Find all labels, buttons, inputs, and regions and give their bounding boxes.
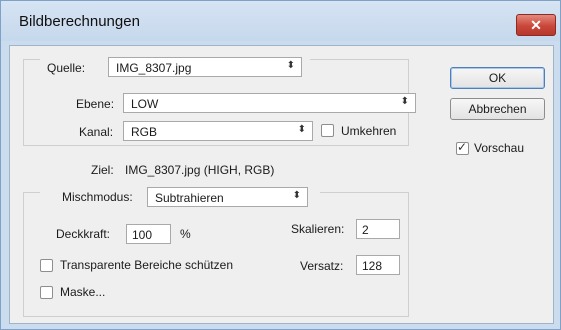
preserve-transparency-label: Transparente Bereiche schützen (60, 258, 233, 272)
dialog-title: Bildberechnungen (19, 13, 140, 30)
layer-select-value: LOW (131, 97, 159, 111)
layer-label: Ebene: (76, 97, 115, 111)
dropdown-arrow-icon: ⬍ (292, 190, 301, 201)
opacity-unit: % (180, 227, 191, 241)
channel-select-value: RGB (131, 125, 158, 139)
source-select[interactable]: IMG_8307.jpg ⬍ (108, 57, 302, 77)
preview-label: Vorschau (474, 141, 525, 155)
dropdown-arrow-icon: ⬍ (286, 60, 295, 71)
mask-label: Maske... (60, 285, 106, 299)
offset-label: Versatz: (300, 259, 344, 273)
blend-mode-label: Mischmodus: (62, 190, 133, 204)
dialog-body: Quelle: IMG_8307.jpg ⬍ Ebene: LOW ⬍ Kana… (9, 45, 554, 324)
blend-mode-select-value: Subtrahieren (155, 191, 224, 205)
cancel-button[interactable]: Abbrechen (450, 98, 545, 120)
opacity-input[interactable]: 100 (126, 224, 171, 244)
opacity-input-value: 100 (132, 228, 153, 242)
opacity-label: Deckkraft: (56, 227, 111, 241)
cancel-button-label: Abbrechen (468, 102, 527, 116)
target-label: Ziel: (91, 163, 114, 177)
target-value: IMG_8307.jpg (HIGH, RGB) (125, 163, 275, 177)
channel-select[interactable]: RGB ⬍ (123, 121, 313, 141)
check-icon: ✓ (457, 140, 468, 154)
layer-select[interactable]: LOW ⬍ (123, 93, 416, 113)
dropdown-arrow-icon: ⬍ (400, 96, 409, 107)
preview-checkbox[interactable]: ✓ (456, 140, 469, 155)
channel-label: Kanal: (79, 125, 114, 139)
invert-checkbox[interactable] (321, 124, 334, 137)
dropdown-arrow-icon: ⬍ (297, 124, 306, 135)
offset-input[interactable]: 128 (356, 255, 400, 275)
source-label: Quelle: (47, 61, 86, 75)
mask-checkbox[interactable] (40, 286, 53, 299)
ok-button[interactable]: OK (450, 67, 545, 89)
blend-mode-select[interactable]: Subtrahieren ⬍ (147, 187, 308, 207)
invert-label: Umkehren (341, 124, 397, 138)
scale-input[interactable]: 2 (356, 219, 400, 239)
preserve-transparency-checkbox[interactable] (40, 259, 53, 272)
ok-button-label: OK (488, 71, 507, 85)
close-icon: ✕ (530, 16, 542, 33)
scale-label: Skalieren: (291, 222, 345, 236)
close-button[interactable]: ✕ (516, 14, 556, 36)
dialog-window: Bildberechnungen ✕ Quelle: IMG_8307.jpg … (0, 0, 561, 330)
scale-input-value: 2 (362, 223, 369, 237)
offset-input-value: 128 (362, 259, 383, 273)
title-bar[interactable]: Bildberechnungen ✕ (1, 1, 560, 41)
source-select-value: IMG_8307.jpg (116, 61, 192, 75)
